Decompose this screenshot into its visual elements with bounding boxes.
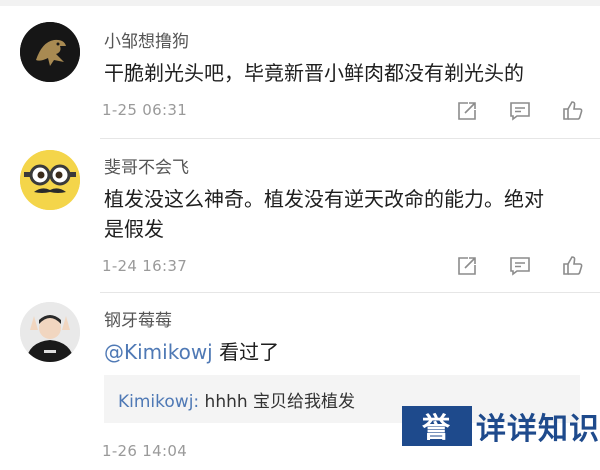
comment-text: @Kimikowj 看过了 — [104, 334, 574, 370]
minion-mustache-icon — [20, 150, 80, 210]
comment-separator — [100, 292, 600, 293]
dark-dragon-emblem-icon — [20, 22, 80, 82]
comment-separator — [100, 138, 600, 139]
comment-icon[interactable] — [508, 99, 532, 123]
comment-username[interactable]: 小邹想撸狗 — [104, 27, 189, 52]
avatar[interactable] — [20, 22, 80, 82]
share-icon[interactable] — [455, 99, 479, 123]
mention-link[interactable]: @Kimikowj — [104, 340, 213, 364]
watermark-text: 详详知识 — [476, 412, 600, 447]
comment-text-line2: 是假发 — [104, 217, 164, 241]
watermark-logo: 誉 详详知识 — [402, 402, 600, 450]
avatar[interactable] — [20, 150, 80, 210]
comment-actions — [455, 97, 585, 125]
comment-timestamp: 1-24 16:37 — [102, 257, 188, 275]
top-divider — [0, 0, 600, 6]
comment-username[interactable]: 斐哥不会飞 — [104, 153, 189, 178]
comment-icon[interactable] — [508, 254, 532, 278]
watermark-box: 誉 — [402, 406, 472, 446]
comment-timestamp: 1-26 14:04 — [102, 442, 188, 460]
comment-timestamp: 1-25 06:31 — [102, 101, 188, 119]
share-icon[interactable] — [455, 254, 479, 278]
comment-actions — [455, 252, 585, 280]
comment-text: 干脆剃光头吧，毕竟新晋小鲜肉都没有剃光头的 — [104, 61, 524, 85]
like-icon[interactable] — [561, 254, 585, 278]
quoted-reply-user[interactable]: Kimikowj: — [118, 392, 199, 412]
person-hoodie-icon — [20, 302, 80, 362]
quoted-reply-body: hhhh 宝贝给我植发 — [199, 392, 356, 412]
avatar[interactable] — [20, 302, 80, 362]
like-icon[interactable] — [561, 99, 585, 123]
comment-username[interactable]: 钢牙莓莓 — [104, 306, 172, 331]
comment-text-body: 看过了 — [212, 340, 280, 364]
quoted-reply-text: Kimikowj: hhhh 宝贝给我植发 — [118, 387, 355, 412]
